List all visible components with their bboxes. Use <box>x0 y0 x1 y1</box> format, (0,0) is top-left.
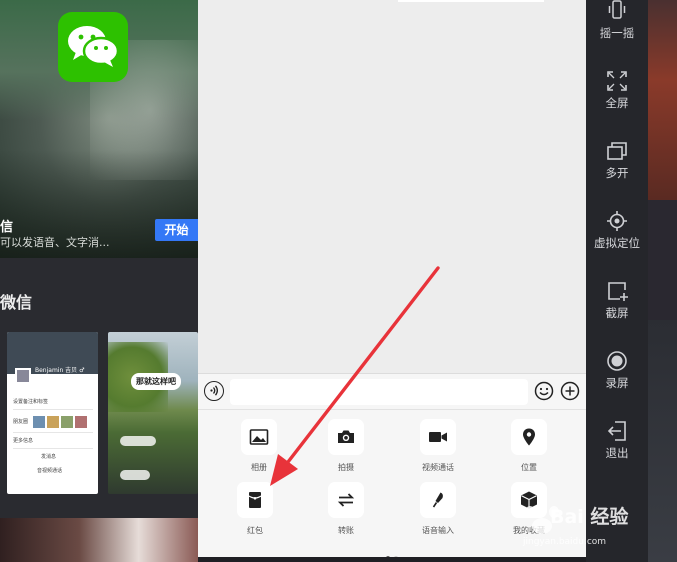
bottom-banner-image <box>0 518 198 562</box>
background-window-edge <box>648 0 677 562</box>
panel-item-label: 红包 <box>247 526 263 535</box>
toolbar-record[interactable]: 录屏 <box>586 350 648 391</box>
microphone-icon <box>420 482 456 518</box>
panel-item-video-call[interactable]: 视频通话 <box>408 419 468 473</box>
emoji-icon[interactable] <box>534 381 554 401</box>
emulator-toolbar: 摇一摇 全屏 多开 虚拟定位 截屏 录屏 退出 <box>586 0 648 562</box>
toolbar-screenshot[interactable]: 截屏 <box>586 280 648 321</box>
watermark-text: Bai 经验 <box>550 506 629 528</box>
thumbnail-row: 音视频通话 <box>37 468 63 474</box>
screenshot-thumbnail-chat[interactable]: 那就这样吧 <box>108 332 198 494</box>
page-indicator <box>384 545 400 557</box>
panel-item-voice-input[interactable]: 语音输入 <box>408 482 468 536</box>
toolbar-exit[interactable]: 退出 <box>586 420 648 461</box>
toolbar-label: 退出 <box>605 446 629 460</box>
toolbar-label: 截屏 <box>605 306 629 320</box>
thumbnail-row: 发消息 <box>41 454 57 460</box>
panel-item-label: 语音输入 <box>422 526 454 535</box>
start-button[interactable]: 开始 <box>155 219 198 241</box>
voice-input-icon[interactable] <box>204 381 224 401</box>
exit-icon <box>607 421 626 441</box>
shake-icon <box>608 0 626 19</box>
red-packet-icon <box>237 482 273 518</box>
toolbar-virtual-location[interactable]: 虚拟定位 <box>586 210 648 251</box>
transfer-icon <box>328 482 364 518</box>
thumbnail-chat-bubble: 那就这样吧 <box>131 373 181 390</box>
fullscreen-icon <box>607 71 627 91</box>
video-call-icon <box>420 419 456 455</box>
avatar <box>15 368 31 384</box>
toolbar-fullscreen[interactable]: 全屏 <box>586 70 648 111</box>
panel-item-label: 视频通话 <box>422 463 454 472</box>
hero-banner[interactable]: 信 可以发语音、文字消... 开始 <box>0 0 198 258</box>
wechat-logo-icon <box>58 12 128 82</box>
app-store-panel: 信 可以发语音、文字消... 开始 微信 Benjamin 吉贝 ♂ 设置备注和… <box>0 0 198 562</box>
multi-open-icon <box>607 142 627 160</box>
panel-item-location[interactable]: 位置 <box>499 419 559 473</box>
location-icon <box>511 419 547 455</box>
toolbar-label: 录屏 <box>605 376 629 390</box>
thumbnail-row: 更多信息 <box>13 438 34 444</box>
thumbnail-row: 设置备注和标签 <box>13 399 49 405</box>
phone-screen: 相册 拍摄 视频通话 位置 红包 转账 语音输入 我的收藏 <box>198 0 586 557</box>
toolbar-label: 虚拟定位 <box>594 236 640 250</box>
thumbnail-row: 朋友圈 <box>13 419 29 425</box>
toolbar-multi-open[interactable]: 多开 <box>586 140 648 181</box>
toolbar-label: 多开 <box>605 166 629 180</box>
panel-item-photos[interactable]: 相册 <box>229 419 289 473</box>
panel-item-camera[interactable]: 拍摄 <box>316 419 376 473</box>
hero-app-description: 可以发语音、文字消... <box>0 236 110 249</box>
toolbar-shake[interactable]: 摇一摇 <box>586 0 648 41</box>
panel-item-red-packet[interactable]: 红包 <box>225 482 285 536</box>
watermark-url: jingyan.baidu.com <box>523 537 607 547</box>
thumbnail-contact-name: Benjamin 吉贝 ♂ <box>35 367 85 374</box>
panel-item-label: 转账 <box>338 526 354 535</box>
screenshot-icon <box>608 282 628 301</box>
chat-input-bar <box>198 373 586 409</box>
record-icon <box>607 351 627 371</box>
plus-icon[interactable] <box>560 381 580 401</box>
section-title: 微信 <box>0 293 33 312</box>
panel-item-transfer[interactable]: 转账 <box>316 482 376 536</box>
panel-item-label: 位置 <box>521 463 537 472</box>
screenshot-thumbnail-profile[interactable]: Benjamin 吉贝 ♂ 设置备注和标签 朋友圈 更多信息 发消息 音视频通话 <box>7 332 98 494</box>
toolbar-label: 摇一摇 <box>599 26 635 40</box>
virtual-location-icon <box>607 211 627 231</box>
panel-item-label: 相册 <box>251 463 267 472</box>
camera-icon <box>328 419 364 455</box>
hero-app-title: 信 <box>0 220 14 235</box>
message-input[interactable] <box>230 379 528 405</box>
toolbar-label: 全屏 <box>605 96 629 110</box>
panel-item-label: 拍摄 <box>338 463 354 472</box>
photo-icon <box>241 419 277 455</box>
